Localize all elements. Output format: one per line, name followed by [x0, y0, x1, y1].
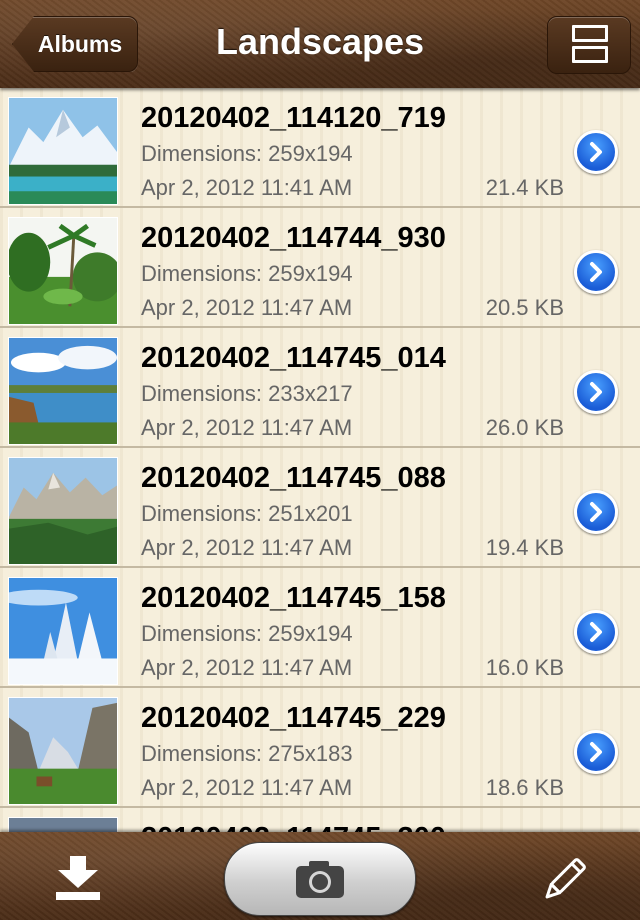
chevron-right-icon — [590, 382, 602, 402]
photo-row[interactable]: 20120402_114745_088 Dimensions: 251x201 … — [0, 448, 640, 568]
photo-dimensions: Dimensions: 259x194 — [141, 141, 353, 166]
edit-button[interactable] — [538, 854, 590, 906]
photo-dimensions: Dimensions: 251x201 — [141, 501, 353, 526]
back-button-label: Albums — [37, 30, 123, 57]
photo-name: 20120402_114745_158 — [141, 582, 446, 614]
photo-thumbnail — [8, 97, 118, 205]
photo-row[interactable]: 20120402_114745_158 Dimensions: 259x194 … — [0, 568, 640, 688]
photo-dimensions: Dimensions: 259x194 — [141, 261, 353, 286]
photo-thumbnail — [8, 457, 118, 565]
pencil-icon — [545, 858, 586, 899]
detail-disclosure-button[interactable] — [574, 250, 618, 294]
photo-size: 19.4 KB — [485, 535, 564, 560]
photo-size: 16.0 KB — [485, 655, 564, 680]
list-view-icon-top-bar — [572, 25, 608, 42]
photo-thumbnail — [8, 217, 118, 325]
bottom-toolbar — [0, 832, 640, 920]
photo-date: Apr 2, 2012 11:41 AM — [141, 175, 353, 200]
photo-size: 21.4 KB — [485, 175, 564, 200]
photo-thumbnail — [8, 337, 118, 445]
photo-name: 20120402_114120_719 — [141, 102, 446, 134]
download-button[interactable] — [50, 856, 106, 902]
view-toggle-button[interactable] — [547, 16, 631, 74]
download-icon — [56, 856, 100, 900]
photo-date: Apr 2, 2012 11:47 AM — [141, 775, 353, 800]
chevron-right-icon — [590, 142, 602, 162]
chevron-right-icon — [590, 262, 602, 282]
detail-disclosure-button[interactable] — [574, 490, 618, 534]
detail-disclosure-button[interactable] — [574, 610, 618, 654]
camera-button[interactable] — [224, 842, 416, 916]
photo-date: Apr 2, 2012 11:47 AM — [141, 295, 353, 320]
photo-name: 20120402_114745_014 — [141, 342, 446, 374]
photo-date: Apr 2, 2012 11:47 AM — [141, 415, 353, 440]
detail-disclosure-button[interactable] — [574, 730, 618, 774]
photo-thumbnail — [8, 697, 118, 805]
photo-name: 20120402_114745_229 — [141, 702, 446, 734]
detail-disclosure-button[interactable] — [574, 370, 618, 414]
albums-back-button[interactable]: Albums — [12, 16, 138, 72]
photo-size: 26.0 KB — [485, 415, 564, 440]
chevron-right-icon — [590, 742, 602, 762]
photo-row[interactable]: 20120402_114120_719 Dimensions: 259x194 … — [0, 88, 640, 208]
photo-dimensions: Dimensions: 259x194 — [141, 621, 353, 646]
photo-row[interactable]: 20120402_114745_014 Dimensions: 233x217 … — [0, 328, 640, 448]
photo-name: 20120402_114745_300 — [141, 820, 446, 832]
photo-list[interactable]: 20120402_114120_719 Dimensions: 259x194 … — [0, 88, 640, 832]
photo-dimensions: Dimensions: 275x183 — [141, 741, 353, 766]
photo-size: 20.5 KB — [485, 295, 564, 320]
photo-row[interactable]: 20120402_114745_300 — [0, 808, 640, 832]
photo-row[interactable]: 20120402_114745_229 Dimensions: 275x183 … — [0, 688, 640, 808]
photo-name: 20120402_114744_930 — [141, 222, 446, 254]
photo-thumbnail — [8, 817, 118, 832]
list-view-icon-bottom-bar — [572, 46, 608, 63]
photo-thumbnail — [8, 577, 118, 685]
chevron-right-icon — [590, 502, 602, 522]
detail-disclosure-button[interactable] — [574, 130, 618, 174]
navigation-bar: Albums Landscapes — [0, 0, 640, 88]
photo-name: 20120402_114745_088 — [141, 462, 446, 494]
photo-date: Apr 2, 2012 11:47 AM — [141, 535, 353, 560]
photo-dimensions: Dimensions: 233x217 — [141, 381, 353, 406]
chevron-right-icon — [590, 622, 602, 642]
photo-row[interactable]: 20120402_114744_930 Dimensions: 259x194 … — [0, 208, 640, 328]
photo-size: 18.6 KB — [485, 775, 564, 800]
camera-icon — [296, 861, 344, 898]
photo-date: Apr 2, 2012 11:47 AM — [141, 655, 353, 680]
